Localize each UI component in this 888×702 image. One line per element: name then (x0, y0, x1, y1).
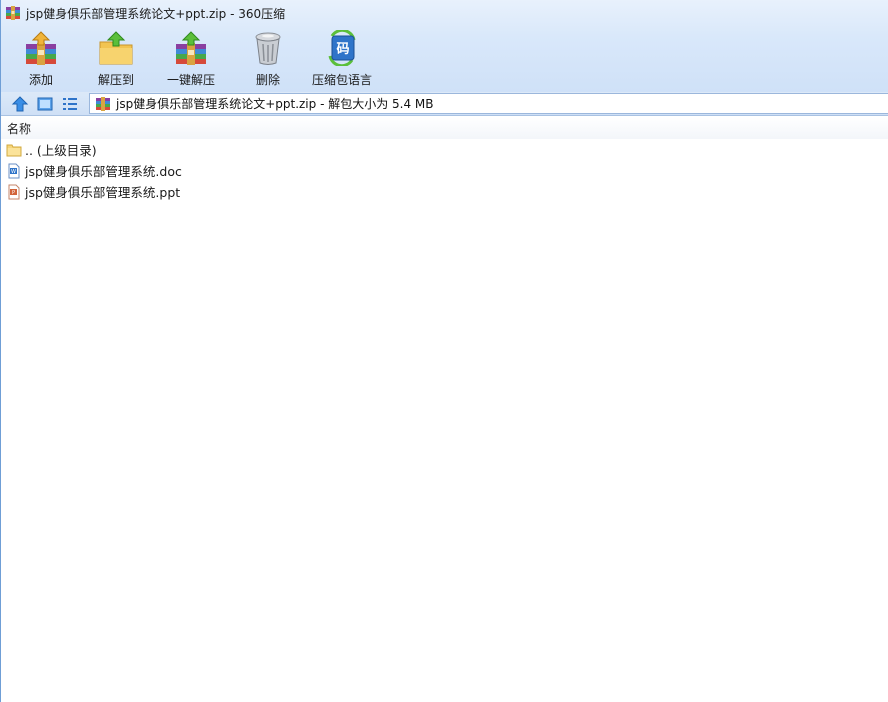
app-window: jsp健身俱乐部管理系统论文+ppt.zip - 360压缩 添加 解压到 一键… (0, 0, 888, 702)
list-item-name: .. (上级目录) (25, 143, 97, 158)
extract-to-button-label: 解压到 (98, 73, 135, 87)
up-arrow-icon[interactable] (11, 95, 29, 113)
one-click-extract-button-label: 一键解压 (167, 73, 216, 87)
archive-language-icon: 码 (328, 30, 356, 66)
archive-language-button-label: 压缩包语言 (312, 73, 373, 87)
list-view-icon[interactable] (61, 95, 79, 113)
list-item-ppt[interactable]: P jsp健身俱乐部管理系统.ppt (1, 181, 888, 202)
svg-text:W: W (11, 169, 16, 175)
archive-language-button[interactable]: 码 压缩包语言 (312, 30, 372, 88)
address-field[interactable]: jsp健身俱乐部管理系统论文+ppt.zip - 解包大小为 5.4 MB (89, 93, 888, 114)
delete-button[interactable]: 删除 (250, 30, 286, 88)
address-path-text: jsp健身俱乐部管理系统论文+ppt.zip - 解包大小为 5.4 MB (116, 97, 434, 111)
file-list[interactable]: 名称 .. (上级目录) W jsp健身俱乐部管理系统.doc P jsp健身俱… (1, 117, 888, 702)
list-item-parent-folder[interactable]: .. (上级目录) (1, 139, 888, 160)
word-document-icon: W (8, 163, 20, 178)
delete-button-label: 删除 (255, 73, 280, 87)
extract-to-button[interactable]: 解压到 (98, 30, 134, 88)
add-button[interactable]: 添加 (23, 30, 59, 88)
window-chrome: jsp健身俱乐部管理系统论文+ppt.zip - 360压缩 添加 解压到 一键… (1, 0, 888, 92)
add-button-label: 添加 (28, 73, 53, 87)
list-item-name: jsp健身俱乐部管理系统.ppt (25, 185, 181, 200)
title-bar[interactable]: jsp健身俱乐部管理系统论文+ppt.zip - 360压缩 (1, 0, 888, 26)
list-item-name: jsp健身俱乐部管理系统.doc (25, 164, 182, 179)
svg-text:P: P (12, 190, 15, 196)
address-bar-row: jsp健身俱乐部管理系统论文+ppt.zip - 解包大小为 5.4 MB (1, 92, 888, 116)
language-glyph: 码 (336, 42, 349, 57)
thumbnail-view-icon[interactable] (36, 95, 54, 113)
trash-can-icon (255, 32, 281, 65)
list-item-doc[interactable]: W jsp健身俱乐部管理系统.doc (1, 160, 888, 181)
one-click-extract-icon (176, 31, 206, 65)
one-click-extract-button[interactable]: 一键解压 (167, 30, 215, 88)
folder-icon (6, 144, 22, 156)
column-header-name[interactable]: 名称 (1, 117, 888, 139)
column-header-name-label: 名称 (7, 121, 32, 136)
archive-icon (96, 96, 110, 111)
extract-to-folder-icon (99, 31, 133, 65)
file-list-rows: .. (上级目录) W jsp健身俱乐部管理系统.doc P jsp健身俱乐部管… (1, 139, 888, 202)
winrar-app-icon (5, 5, 21, 21)
archive-add-icon (26, 31, 56, 65)
window-title: jsp健身俱乐部管理系统论文+ppt.zip - 360压缩 (26, 6, 286, 21)
toolbar: 添加 解压到 一键解压 删除 码 压缩包语言 (1, 26, 888, 90)
powerpoint-document-icon: P (8, 184, 20, 199)
